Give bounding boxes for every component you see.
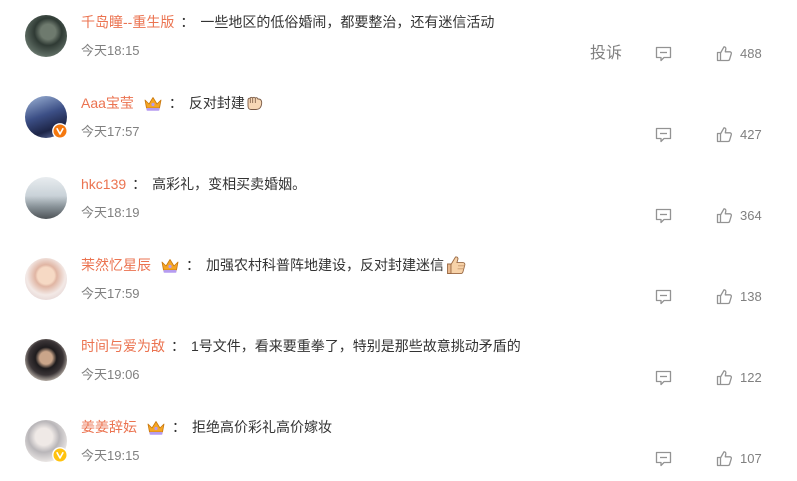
avatar[interactable]: [25, 15, 67, 57]
like-icon[interactable]: [716, 207, 733, 224]
report-button[interactable]: 投诉: [590, 44, 622, 64]
comment-line: 千岛瞳--重生版 ： 一些地区的低俗婚闹，都要整治，还有迷信活动: [81, 12, 494, 32]
comment-icon[interactable]: [655, 451, 672, 467]
comment-line: 茉然忆星辰 ： 加强农村科普阵地建设，反对封建迷信: [81, 255, 467, 275]
like-count: 364: [740, 208, 762, 223]
comment-icon[interactable]: [655, 46, 672, 62]
comment-text: 反对封建: [188, 95, 245, 111]
comment-text: 一些地区的低俗婚闹，都要整治，还有迷信活动: [200, 14, 495, 30]
colon-separator: ：: [180, 14, 195, 30]
username-link[interactable]: 时间与爱为敌: [81, 336, 165, 356]
avatar[interactable]: [25, 258, 67, 300]
like-icon[interactable]: [716, 45, 733, 62]
comment-time: 今天17:57: [81, 124, 140, 139]
comment-line: Aaa宝莹 ： 反对封建: [81, 93, 263, 113]
comment-time: 今天18:19: [81, 205, 140, 220]
avatar[interactable]: [25, 339, 67, 381]
like-count: 488: [740, 46, 762, 61]
crown-badge-icon[interactable]: [160, 257, 180, 274]
like-icon[interactable]: [716, 126, 733, 143]
username-link[interactable]: Aaa宝莹: [81, 93, 134, 113]
crown-badge-icon[interactable]: [143, 95, 163, 112]
comment-time: 今天19:06: [81, 367, 140, 382]
comment-icon[interactable]: [655, 370, 672, 386]
comment-text: 拒绝高价彩礼高价嫁妆: [192, 419, 332, 435]
username-link[interactable]: 千岛瞳--重生版: [81, 12, 174, 32]
like-icon[interactable]: [716, 288, 733, 305]
comment-line: 姜姜辞妘 ： 拒绝高价彩礼高价嫁妆: [81, 417, 332, 437]
like-count: 138: [740, 289, 762, 304]
username-link[interactable]: 茉然忆星辰: [81, 255, 151, 275]
comment-text: 加强农村科普阵地建设，反对封建迷信: [206, 257, 444, 273]
comment-list: 千岛瞳--重生版 ： 一些地区的低俗婚闹，都要整治，还有迷信活动 今天18:15…: [0, 0, 797, 481]
comment-icon[interactable]: [655, 289, 672, 305]
colon-separator: ：: [171, 338, 185, 354]
comment-line: hkc139 ： 高彩礼，变相买卖婚姻。: [81, 174, 306, 194]
comment-item: hkc139 ： 高彩礼，变相买卖婚姻。 今天18:19 364: [0, 162, 797, 243]
comment-item: 千岛瞳--重生版 ： 一些地区的低俗婚闹，都要整治，还有迷信活动 今天18:15…: [0, 0, 797, 81]
comment-icon[interactable]: [655, 208, 672, 224]
comment-item: Aaa宝莹 ： 反对封建 今天17:57 427: [0, 81, 797, 162]
username-link[interactable]: hkc139: [81, 174, 126, 194]
like-count: 107: [740, 451, 762, 466]
orange-verified-icon: [52, 123, 68, 139]
like-icon[interactable]: [716, 450, 733, 467]
colon-separator: ：: [172, 419, 186, 435]
yellow-verified-icon: [52, 447, 68, 463]
fist-emoji-icon: [247, 96, 263, 110]
comment-time: 今天18:15: [81, 43, 140, 58]
avatar[interactable]: [25, 177, 67, 219]
comment-text: 高彩礼，变相买卖婚姻。: [152, 176, 307, 192]
like-icon[interactable]: [716, 369, 733, 386]
comment-item: 姜姜辞妘 ： 拒绝高价彩礼高价嫁妆 今天19:15 107: [0, 405, 797, 481]
colon-separator: ：: [186, 257, 200, 273]
crown-badge-icon[interactable]: [146, 419, 166, 436]
comment-text: 1号文件，看来要重拳了，特别是那些故意挑动矛盾的: [191, 338, 521, 354]
comment-item: 茉然忆星辰 ： 加强农村科普阵地建设，反对封建迷信 今天17:59 138: [0, 243, 797, 324]
username-link[interactable]: 姜姜辞妘: [81, 417, 137, 437]
comment-line: 时间与爱为敌 ： 1号文件，看来要重拳了，特别是那些故意挑动矛盾的: [81, 336, 521, 356]
colon-separator: ：: [168, 95, 183, 111]
colon-separator: ：: [132, 176, 147, 192]
comment-time: 今天17:59: [81, 286, 140, 301]
like-count: 122: [740, 370, 762, 385]
thumbs-up-emoji-icon: [447, 256, 466, 275]
comment-time: 今天19:15: [81, 448, 140, 463]
like-count: 427: [740, 127, 762, 142]
comment-icon[interactable]: [655, 127, 672, 143]
comment-item: 时间与爱为敌 ： 1号文件，看来要重拳了，特别是那些故意挑动矛盾的 今天19:0…: [0, 324, 797, 405]
